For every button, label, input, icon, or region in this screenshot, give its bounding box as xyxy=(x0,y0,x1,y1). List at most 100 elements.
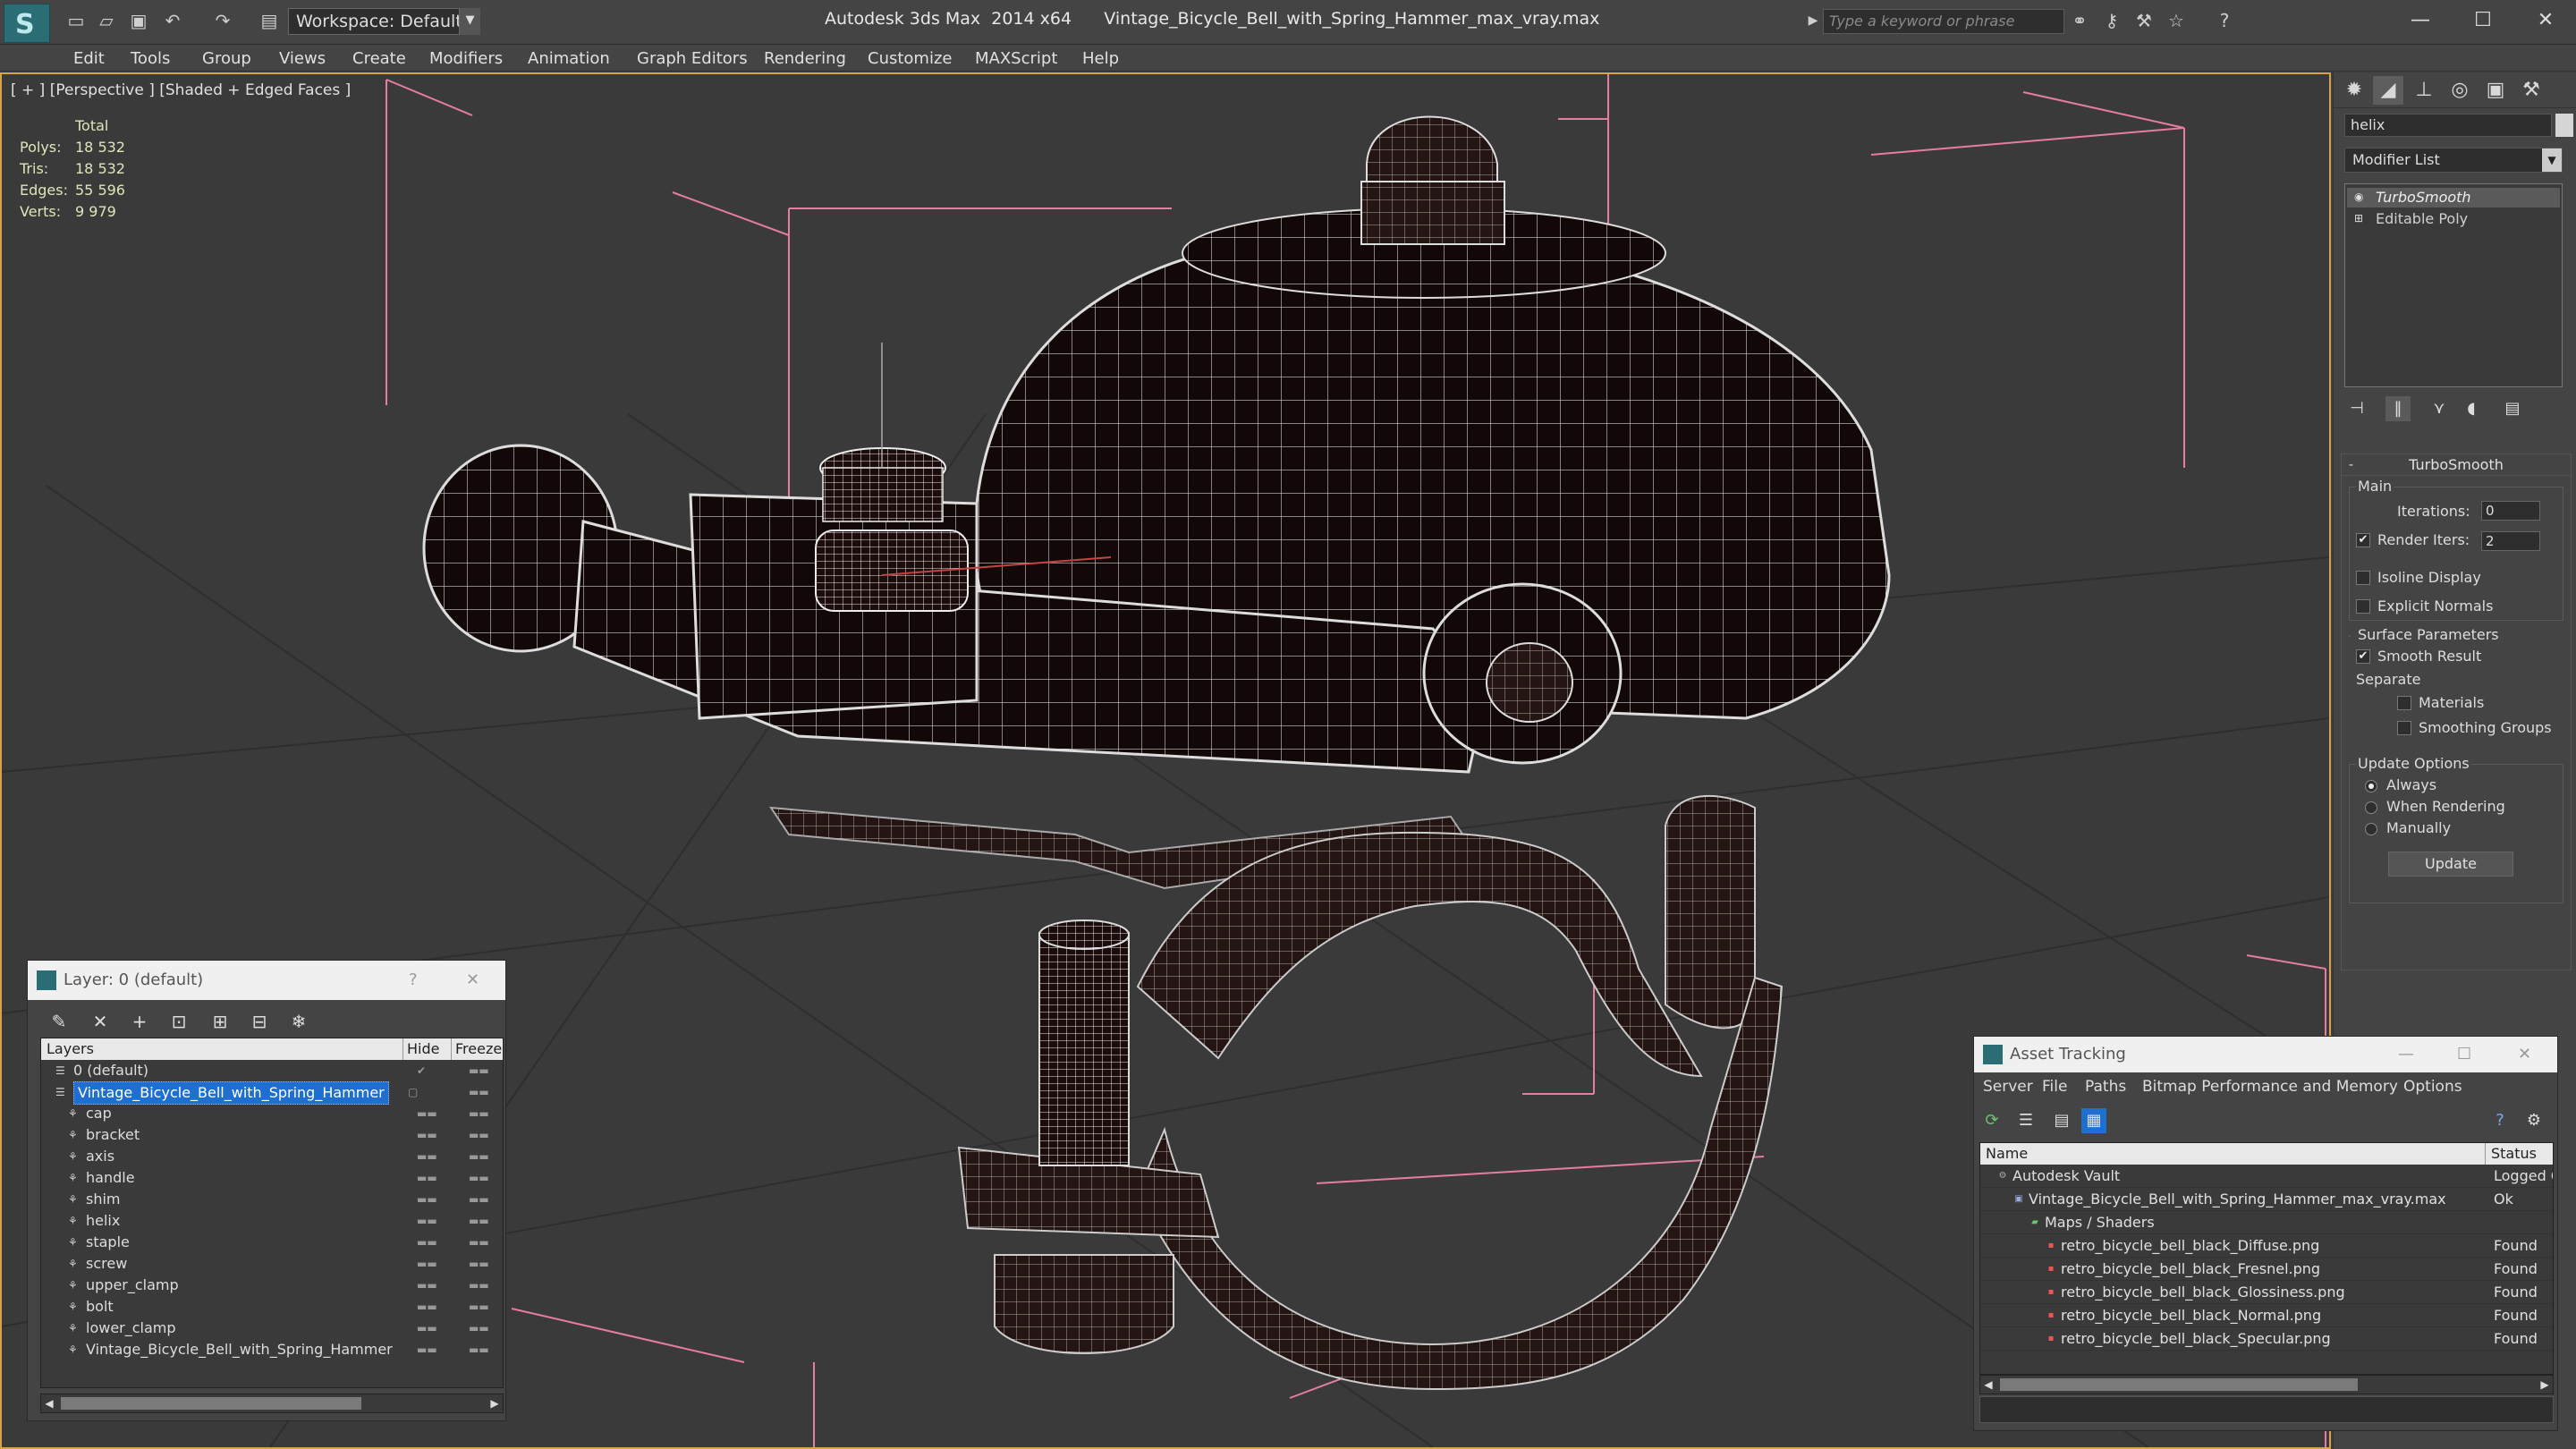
asset-path-field[interactable] xyxy=(1979,1396,2554,1423)
options-icon[interactable]: ⚙ xyxy=(2521,1108,2546,1133)
menu-create[interactable]: Create xyxy=(352,49,406,68)
viewport-label[interactable]: [ + ] [Perspective ] [Shaded + Edged Fac… xyxy=(11,81,351,99)
freeze-toggle-icon[interactable]: ▬▬ xyxy=(469,1167,489,1189)
new-file-icon[interactable]: ▭ xyxy=(64,9,88,32)
col-hide[interactable]: Hide xyxy=(402,1038,439,1060)
asset-row[interactable]: ▣ Vintage_Bicycle_Bell_with_Spring_Hammer… xyxy=(1980,1188,2553,1211)
layer-row[interactable]: ⚘ upper_clamp ▬▬ ▬▬ xyxy=(41,1275,503,1296)
current-layer-check-icon[interactable]: ✔ xyxy=(417,1060,426,1081)
app-logo-icon[interactable]: S xyxy=(4,4,50,43)
scroll-right-icon[interactable]: ▶ xyxy=(487,1394,503,1412)
hide-toggle-icon[interactable]: ▬▬ xyxy=(417,1146,437,1167)
hide-toggle-icon[interactable]: ▬▬ xyxy=(417,1318,437,1339)
play-triangle-icon[interactable]: ▶ xyxy=(1801,9,1825,32)
hide-toggle-icon[interactable]: ▬▬ xyxy=(417,1210,437,1232)
layer-row[interactable]: ⚘ axis ▬▬ ▬▬ xyxy=(41,1146,503,1167)
col-freeze[interactable]: Freeze xyxy=(451,1038,502,1060)
create-layer-icon[interactable]: ✎ xyxy=(46,1009,72,1034)
asset-row[interactable]: ▪ retro_bicycle_bell_black_Fresnel.png Fou… xyxy=(1980,1258,2553,1281)
utilities-tab-icon[interactable]: ⚒ xyxy=(2516,76,2546,105)
asset-menu-file[interactable]: File xyxy=(2042,1078,2067,1096)
explicit-normals-checkbox[interactable] xyxy=(2356,599,2370,614)
scroll-left-icon[interactable]: ◀ xyxy=(41,1394,57,1412)
layer-row[interactable]: ⚘ bracket ▬▬ ▬▬ xyxy=(41,1124,503,1146)
asset-row[interactable]: ▪ retro_bicycle_bell_black_Normal.png Foun… xyxy=(1980,1304,2553,1327)
hierarchy-tab-icon[interactable]: ⊥ xyxy=(2409,76,2439,105)
asset-menu-options[interactable]: Options xyxy=(2403,1078,2462,1096)
key-icon[interactable]: ⚷ xyxy=(2100,9,2123,32)
menu-modifiers[interactable]: Modifiers xyxy=(429,49,503,68)
menu-tools[interactable]: Tools xyxy=(131,49,170,68)
delete-layer-icon[interactable]: ✕ xyxy=(87,1009,114,1034)
list-view-icon[interactable]: ☰ xyxy=(2013,1108,2038,1133)
close-icon[interactable]: ✕ xyxy=(2528,5,2563,36)
object-color-swatch[interactable] xyxy=(2555,114,2573,137)
create-tab-icon[interactable]: ✹ xyxy=(2339,76,2369,105)
pin-stack-icon[interactable]: ⊣ xyxy=(2344,396,2369,421)
hide-all-icon[interactable]: ⊟ xyxy=(246,1009,273,1034)
minimize-icon[interactable]: — xyxy=(2398,1037,2414,1072)
scroll-thumb[interactable] xyxy=(2000,1378,2358,1391)
render-iters-spinner[interactable]: 2 xyxy=(2481,531,2540,551)
asset-menu-paths[interactable]: Paths xyxy=(2085,1078,2126,1096)
isoline-display-checkbox[interactable] xyxy=(2356,571,2370,585)
hide-toggle-icon[interactable]: ▬▬ xyxy=(417,1103,437,1124)
hide-toggle-icon[interactable]: ▬▬ xyxy=(417,1189,437,1210)
scroll-thumb[interactable] xyxy=(61,1397,361,1410)
asset-row[interactable]: ▪ retro_bicycle_bell_black_Specular.png Fo… xyxy=(1980,1327,2553,1351)
open-file-icon[interactable]: ▱ xyxy=(95,9,118,32)
menu-rendering[interactable]: Rendering xyxy=(764,49,846,68)
layer-row[interactable]: ⚘ helix ▬▬ ▬▬ xyxy=(41,1210,503,1232)
freeze-toggle-icon[interactable]: ▬▬ xyxy=(469,1081,489,1103)
freeze-toggle-icon[interactable]: ▬▬ xyxy=(469,1060,489,1081)
layer-row[interactable]: ☰ Vintage_Bicycle_Bell_with_Spring_Hammer… xyxy=(41,1081,503,1105)
layer-row[interactable]: ⚘ staple ▬▬ ▬▬ xyxy=(41,1232,503,1253)
hide-toggle-icon[interactable]: ▬▬ xyxy=(417,1253,437,1275)
close-icon[interactable]: ✕ xyxy=(2518,1037,2531,1072)
stack-item-turbosmooth[interactable]: ◉ TurboSmooth xyxy=(2347,188,2560,208)
hide-toggle-icon[interactable]: ▬▬ xyxy=(417,1232,437,1253)
favorites-star-icon[interactable]: ☆ xyxy=(2165,9,2188,32)
menu-help[interactable]: Help xyxy=(1082,49,1119,68)
asset-hscrollbar[interactable]: ◀ ▶ xyxy=(1979,1375,2554,1394)
freeze-toggle-icon[interactable]: ▬▬ xyxy=(469,1318,489,1339)
redo-icon[interactable]: ↷ xyxy=(211,9,234,32)
asset-row[interactable]: ⚙ Autodesk Vault Logged O xyxy=(1980,1165,2553,1188)
layer-window-titlebar[interactable]: Layer: 0 (default)? ✕ xyxy=(28,961,505,1000)
hide-toggle-icon[interactable]: ▬▬ xyxy=(417,1124,437,1146)
modifier-list-dropdown[interactable]: Modifier List ▼ xyxy=(2344,148,2563,173)
help-icon[interactable]: ? xyxy=(2213,9,2236,32)
maximize-icon[interactable]: ☐ xyxy=(2465,5,2501,36)
layer-row[interactable]: ⚘ handle ▬▬ ▬▬ xyxy=(41,1167,503,1189)
scroll-right-icon[interactable]: ▶ xyxy=(2537,1376,2553,1394)
motion-tab-icon[interactable]: ◎ xyxy=(2445,76,2475,105)
remove-modifier-icon[interactable]: ◖ xyxy=(2459,396,2484,421)
update-button[interactable]: Update xyxy=(2388,852,2513,877)
search-input[interactable]: Type a keyword or phrase xyxy=(1823,9,2064,34)
col-layers[interactable]: Layers xyxy=(47,1038,94,1060)
render-iters-checkbox[interactable]: ✔ xyxy=(2356,533,2370,547)
asset-window-titlebar[interactable]: Asset Tracking — ☐ ✕ xyxy=(1974,1037,2557,1072)
menu-edit[interactable]: Edit xyxy=(73,49,105,68)
refresh-icon[interactable]: ⟳ xyxy=(1979,1108,2004,1133)
manually-radio[interactable] xyxy=(2365,823,2377,835)
show-end-result-icon[interactable]: ‖ xyxy=(2385,396,2411,421)
col-status[interactable]: Status xyxy=(2485,1143,2537,1165)
asset-menu-bitmap-performance[interactable]: Bitmap Performance and Memory xyxy=(2142,1078,2398,1096)
freeze-toggle-icon[interactable]: ▬▬ xyxy=(469,1339,489,1360)
display-tab-icon[interactable]: ▣ xyxy=(2480,76,2511,105)
always-radio[interactable] xyxy=(2365,780,2377,792)
layer-row[interactable]: ☰ 0 (default) ✔ ▬▬ xyxy=(41,1060,503,1081)
layer-row[interactable]: ⚘ screw ▬▬ ▬▬ xyxy=(41,1253,503,1275)
iterations-spinner[interactable]: 0 xyxy=(2481,501,2540,521)
menu-views[interactable]: Views xyxy=(279,49,326,68)
stack-item-editable-poly[interactable]: ⊞ Editable Poly xyxy=(2347,209,2560,229)
project-folder-icon[interactable]: ▤ xyxy=(258,9,281,32)
make-unique-icon[interactable]: ⋎ xyxy=(2427,396,2452,421)
select-objects-icon[interactable]: ⊡ xyxy=(165,1009,192,1034)
freeze-all-icon[interactable]: ❄ xyxy=(285,1009,312,1034)
workspace-dropdown[interactable]: Workspace: Default ▼ xyxy=(288,8,480,35)
configure-modifier-sets-icon[interactable]: ▤ xyxy=(2500,396,2525,421)
layer-row[interactable]: ⚘ shim ▬▬ ▬▬ xyxy=(41,1189,503,1210)
save-file-icon[interactable]: ▣ xyxy=(127,9,150,32)
